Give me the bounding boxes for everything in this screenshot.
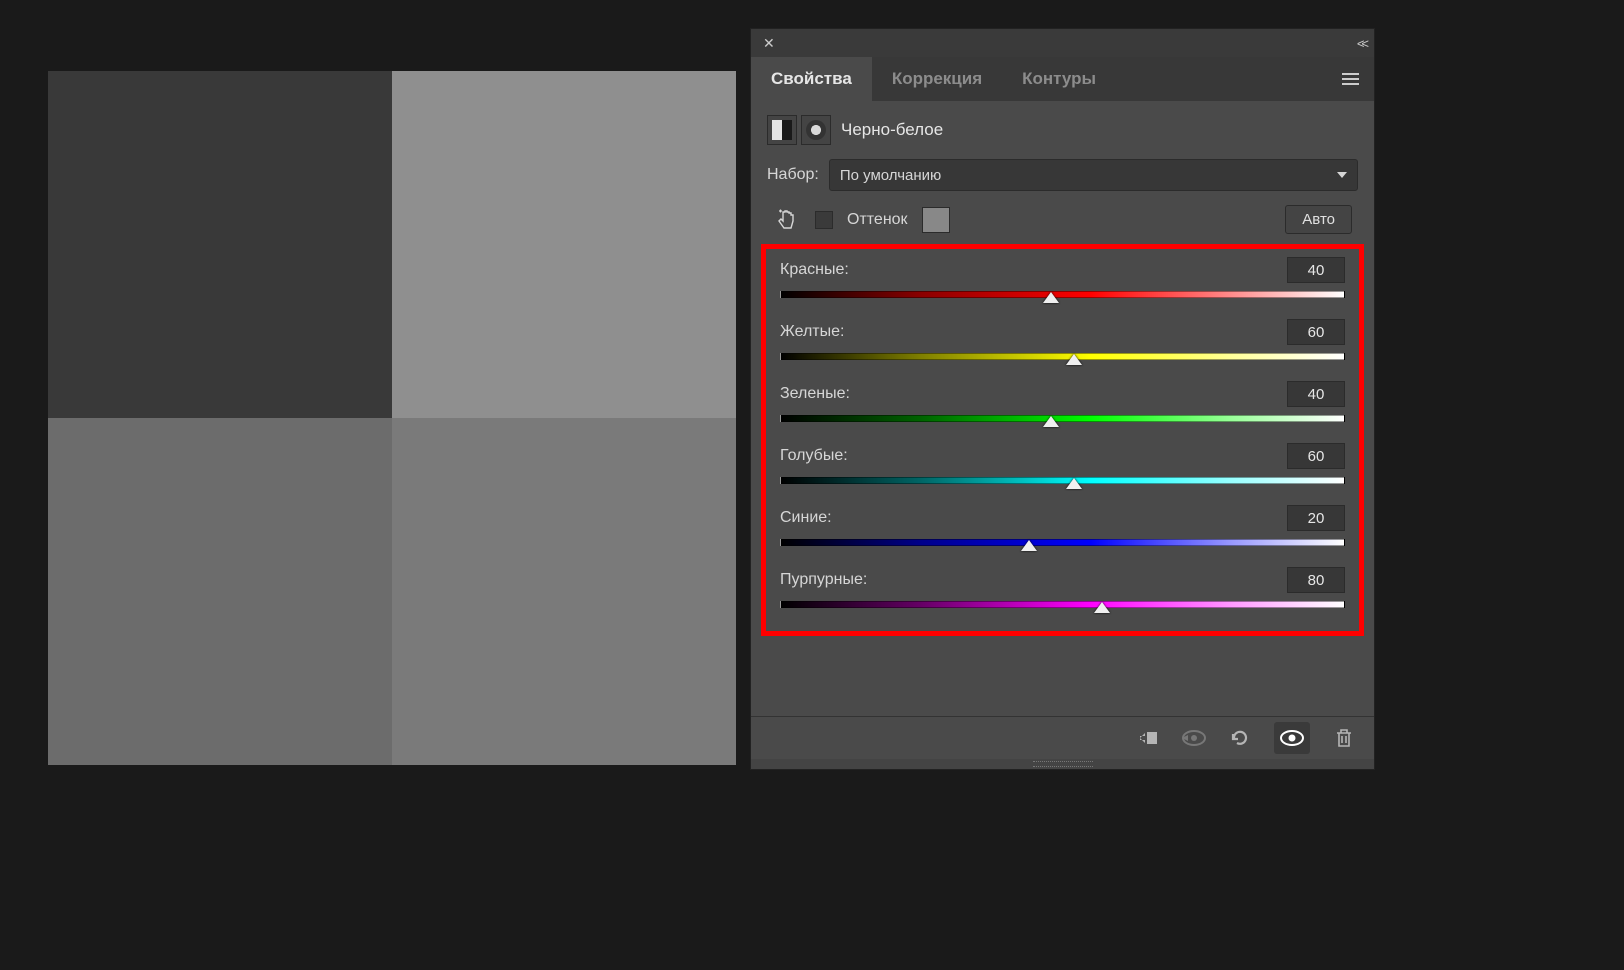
panel-resize-grip[interactable] [751, 759, 1374, 769]
properties-panel: ✕ << Свойства Коррекция Контуры Черно-бе… [750, 28, 1375, 770]
tint-label: Оттенок [847, 211, 908, 229]
slider-label: Желтые: [780, 323, 844, 341]
collapse-panel-icon[interactable]: << [1357, 36, 1366, 51]
tint-checkbox[interactable] [815, 211, 833, 229]
adjustment-title: Черно-белое [841, 120, 943, 140]
slider-group: Голубые: 60 [780, 443, 1345, 489]
clip-to-layer-icon[interactable] [1136, 726, 1160, 750]
close-icon[interactable]: ✕ [759, 33, 779, 54]
slider-thumb[interactable] [1043, 292, 1059, 303]
view-previous-state-icon[interactable] [1182, 726, 1206, 750]
slider-value-input[interactable]: 60 [1287, 443, 1345, 469]
slider-group: Синие: 20 [780, 505, 1345, 551]
slider-group: Красные: 40 [780, 257, 1345, 303]
delete-icon[interactable] [1332, 726, 1356, 750]
slider-track[interactable] [780, 413, 1345, 427]
tab-paths[interactable]: Контуры [1002, 57, 1116, 101]
slider-group: Пурпурные: 80 [780, 567, 1345, 613]
panel-menu-icon[interactable] [1336, 65, 1364, 93]
preset-value: По умолчанию [840, 167, 941, 184]
slider-value-input[interactable]: 60 [1287, 319, 1345, 345]
slider-track[interactable] [780, 599, 1345, 613]
slider-value-input[interactable]: 40 [1287, 257, 1345, 283]
slider-thumb[interactable] [1066, 478, 1082, 489]
slider-label: Пурпурные: [780, 571, 867, 589]
preview-quadrant-1 [48, 71, 392, 418]
toggle-visibility-icon[interactable] [1274, 722, 1310, 754]
tab-properties[interactable]: Свойства [751, 57, 872, 101]
tint-row: Оттенок Авто [767, 205, 1358, 234]
preview-quadrant-2 [392, 71, 736, 418]
tab-adjustments[interactable]: Коррекция [872, 57, 1002, 101]
preview-quadrant-4 [392, 418, 736, 765]
panel-footer [751, 716, 1374, 759]
slider-label: Красные: [780, 261, 849, 279]
slider-thumb[interactable] [1066, 354, 1082, 365]
preset-row: Набор: По умолчанию [767, 159, 1358, 191]
reset-icon[interactable] [1228, 726, 1252, 750]
black-white-icon [767, 115, 797, 145]
layer-mask-icon[interactable] [801, 115, 831, 145]
slider-track[interactable] [780, 475, 1345, 489]
slider-label: Голубые: [780, 447, 848, 465]
slider-label: Зеленые: [780, 385, 850, 403]
color-sliders-highlight: Красные: 40 Желтые: 60 Зеленые: 40 Голубые: 60 С… [761, 244, 1364, 636]
chevron-down-icon [1337, 172, 1347, 178]
slider-thumb[interactable] [1021, 540, 1037, 551]
preview-quadrant-3 [48, 418, 392, 765]
slider-label: Синие: [780, 509, 832, 527]
auto-button[interactable]: Авто [1285, 205, 1352, 234]
tint-color-swatch[interactable] [922, 207, 950, 233]
slider-value-input[interactable]: 20 [1287, 505, 1345, 531]
slider-track[interactable] [780, 351, 1345, 365]
slider-track[interactable] [780, 537, 1345, 551]
slider-thumb[interactable] [1094, 602, 1110, 613]
canvas-preview [48, 71, 736, 765]
slider-value-input[interactable]: 40 [1287, 381, 1345, 407]
preset-label: Набор: [767, 166, 819, 184]
panel-body: Черно-белое Набор: По умолчанию Оттенок … [751, 101, 1374, 716]
slider-track[interactable] [780, 289, 1345, 303]
targeted-adjustment-icon[interactable] [773, 206, 801, 234]
adjustment-header: Черно-белое [767, 115, 1358, 145]
preset-dropdown[interactable]: По умолчанию [829, 159, 1358, 191]
panel-titlebar: ✕ << [751, 29, 1374, 57]
panel-tab-bar: Свойства Коррекция Контуры [751, 57, 1374, 101]
slider-thumb[interactable] [1043, 416, 1059, 427]
slider-group: Зеленые: 40 [780, 381, 1345, 427]
slider-value-input[interactable]: 80 [1287, 567, 1345, 593]
slider-group: Желтые: 60 [780, 319, 1345, 365]
